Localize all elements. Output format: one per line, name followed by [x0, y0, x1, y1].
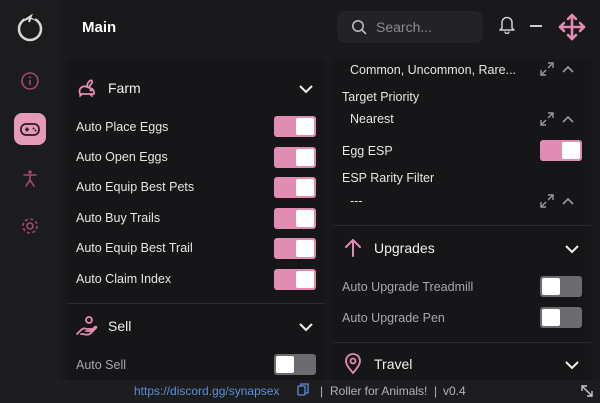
- right-column: Common, Uncommon, Rare... Target Priorit…: [333, 60, 591, 380]
- farm-section-title: Farm: [108, 80, 141, 96]
- expand-icon[interactable]: [540, 62, 554, 76]
- expand-icon[interactable]: [540, 112, 554, 126]
- logo-icon: [14, 12, 46, 44]
- esp-rarity-filter-controls: [540, 194, 574, 208]
- auto-upgrade-pen-toggle[interactable]: [540, 307, 582, 328]
- rarity-dropdown-controls: [540, 62, 574, 76]
- sidebar-item-settings[interactable]: [14, 210, 46, 242]
- travel-section-title: Travel: [374, 356, 413, 372]
- app-window: Main Search... Farm Auto Place Eggs Auto…: [0, 0, 600, 403]
- auto-equip-best-trail-toggle[interactable]: [274, 238, 316, 259]
- target-priority-controls: [540, 112, 574, 126]
- auto-upgrade-pen-label: Auto Upgrade Pen: [342, 311, 445, 325]
- sidebar: [0, 0, 60, 380]
- rarity-dropdown-value[interactable]: Common, Uncommon, Rare...: [350, 63, 516, 77]
- search-placeholder: Search...: [376, 19, 433, 35]
- arrow-up-icon: [341, 236, 365, 265]
- footer-separator: |: [434, 384, 438, 398]
- egg-esp-label: Egg ESP: [342, 144, 393, 158]
- map-pin-icon: [341, 352, 365, 381]
- chevron-down-icon[interactable]: [299, 319, 313, 337]
- search-icon: [352, 20, 367, 35]
- chevron-up-icon[interactable]: [562, 197, 574, 205]
- version-label: v0.4: [443, 384, 466, 398]
- auto-open-eggs-toggle[interactable]: [274, 147, 316, 168]
- game-name: Roller for Animals!: [330, 384, 428, 398]
- auto-buy-trails-toggle[interactable]: [274, 208, 316, 229]
- sidebar-item-info[interactable]: [14, 65, 46, 97]
- auto-equip-best-trail-label: Auto Equip Best Trail: [76, 241, 193, 255]
- search-input[interactable]: Search...: [337, 11, 483, 43]
- chevron-down-icon[interactable]: [565, 241, 579, 259]
- auto-sell-toggle[interactable]: [274, 354, 316, 375]
- auto-upgrade-treadmill-toggle[interactable]: [540, 276, 582, 297]
- upgrades-section-header[interactable]: Upgrades: [333, 226, 591, 270]
- sidebar-item-main[interactable]: [14, 113, 46, 145]
- gamepad-icon: [20, 123, 40, 136]
- auto-claim-index-label: Auto Claim Index: [76, 272, 172, 286]
- auto-claim-index-toggle[interactable]: [274, 269, 316, 290]
- chevron-up-icon[interactable]: [562, 115, 574, 123]
- upgrades-section-title: Upgrades: [374, 240, 435, 256]
- sidebar-item-player[interactable]: [14, 162, 46, 194]
- esp-rarity-filter-label: ESP Rarity Filter: [342, 171, 435, 185]
- auto-equip-best-pets-label: Auto Equip Best Pets: [76, 180, 195, 194]
- esp-rarity-filter-dropdown[interactable]: ---: [350, 194, 363, 208]
- sell-section-title: Sell: [108, 318, 132, 334]
- discord-link[interactable]: https://discord.gg/synapsex: [134, 384, 279, 398]
- copy-icon[interactable]: [297, 383, 309, 399]
- hand-coin-icon: [75, 314, 99, 343]
- target-priority-label: Target Priority: [342, 90, 420, 104]
- sell-section-header[interactable]: Sell: [67, 304, 325, 348]
- left-column: Farm Auto Place Eggs Auto Open Eggs Auto…: [67, 60, 325, 380]
- footer-separator: |: [320, 384, 324, 398]
- auto-buy-trails-label: Auto Buy Trails: [76, 211, 161, 225]
- farm-section-header[interactable]: Farm: [67, 66, 325, 110]
- minimize-icon[interactable]: [530, 25, 542, 27]
- expand-icon[interactable]: [540, 194, 554, 208]
- rabbit-icon: [75, 76, 99, 105]
- chevron-down-icon[interactable]: [299, 81, 313, 99]
- chevron-down-icon[interactable]: [565, 357, 579, 375]
- move-icon[interactable]: [557, 12, 587, 47]
- page-title: Main: [82, 19, 117, 36]
- info-icon: [21, 72, 39, 90]
- resize-icon[interactable]: [580, 384, 594, 401]
- chevron-up-icon[interactable]: [562, 65, 574, 73]
- footer-bar: https://discord.gg/synapsex | Roller for…: [0, 380, 600, 403]
- figure-icon: [23, 170, 37, 187]
- egg-esp-toggle[interactable]: [540, 140, 582, 161]
- bell-icon[interactable]: [498, 14, 516, 39]
- auto-equip-best-pets-toggle[interactable]: [274, 177, 316, 198]
- gear-icon: [22, 218, 38, 234]
- auto-place-eggs-toggle[interactable]: [274, 116, 316, 137]
- auto-upgrade-treadmill-label: Auto Upgrade Treadmill: [342, 280, 474, 294]
- auto-place-eggs-label: Auto Place Eggs: [76, 120, 169, 134]
- auto-open-eggs-label: Auto Open Eggs: [76, 150, 168, 164]
- auto-sell-label: Auto Sell: [76, 358, 127, 372]
- target-priority-dropdown[interactable]: Nearest: [350, 112, 394, 126]
